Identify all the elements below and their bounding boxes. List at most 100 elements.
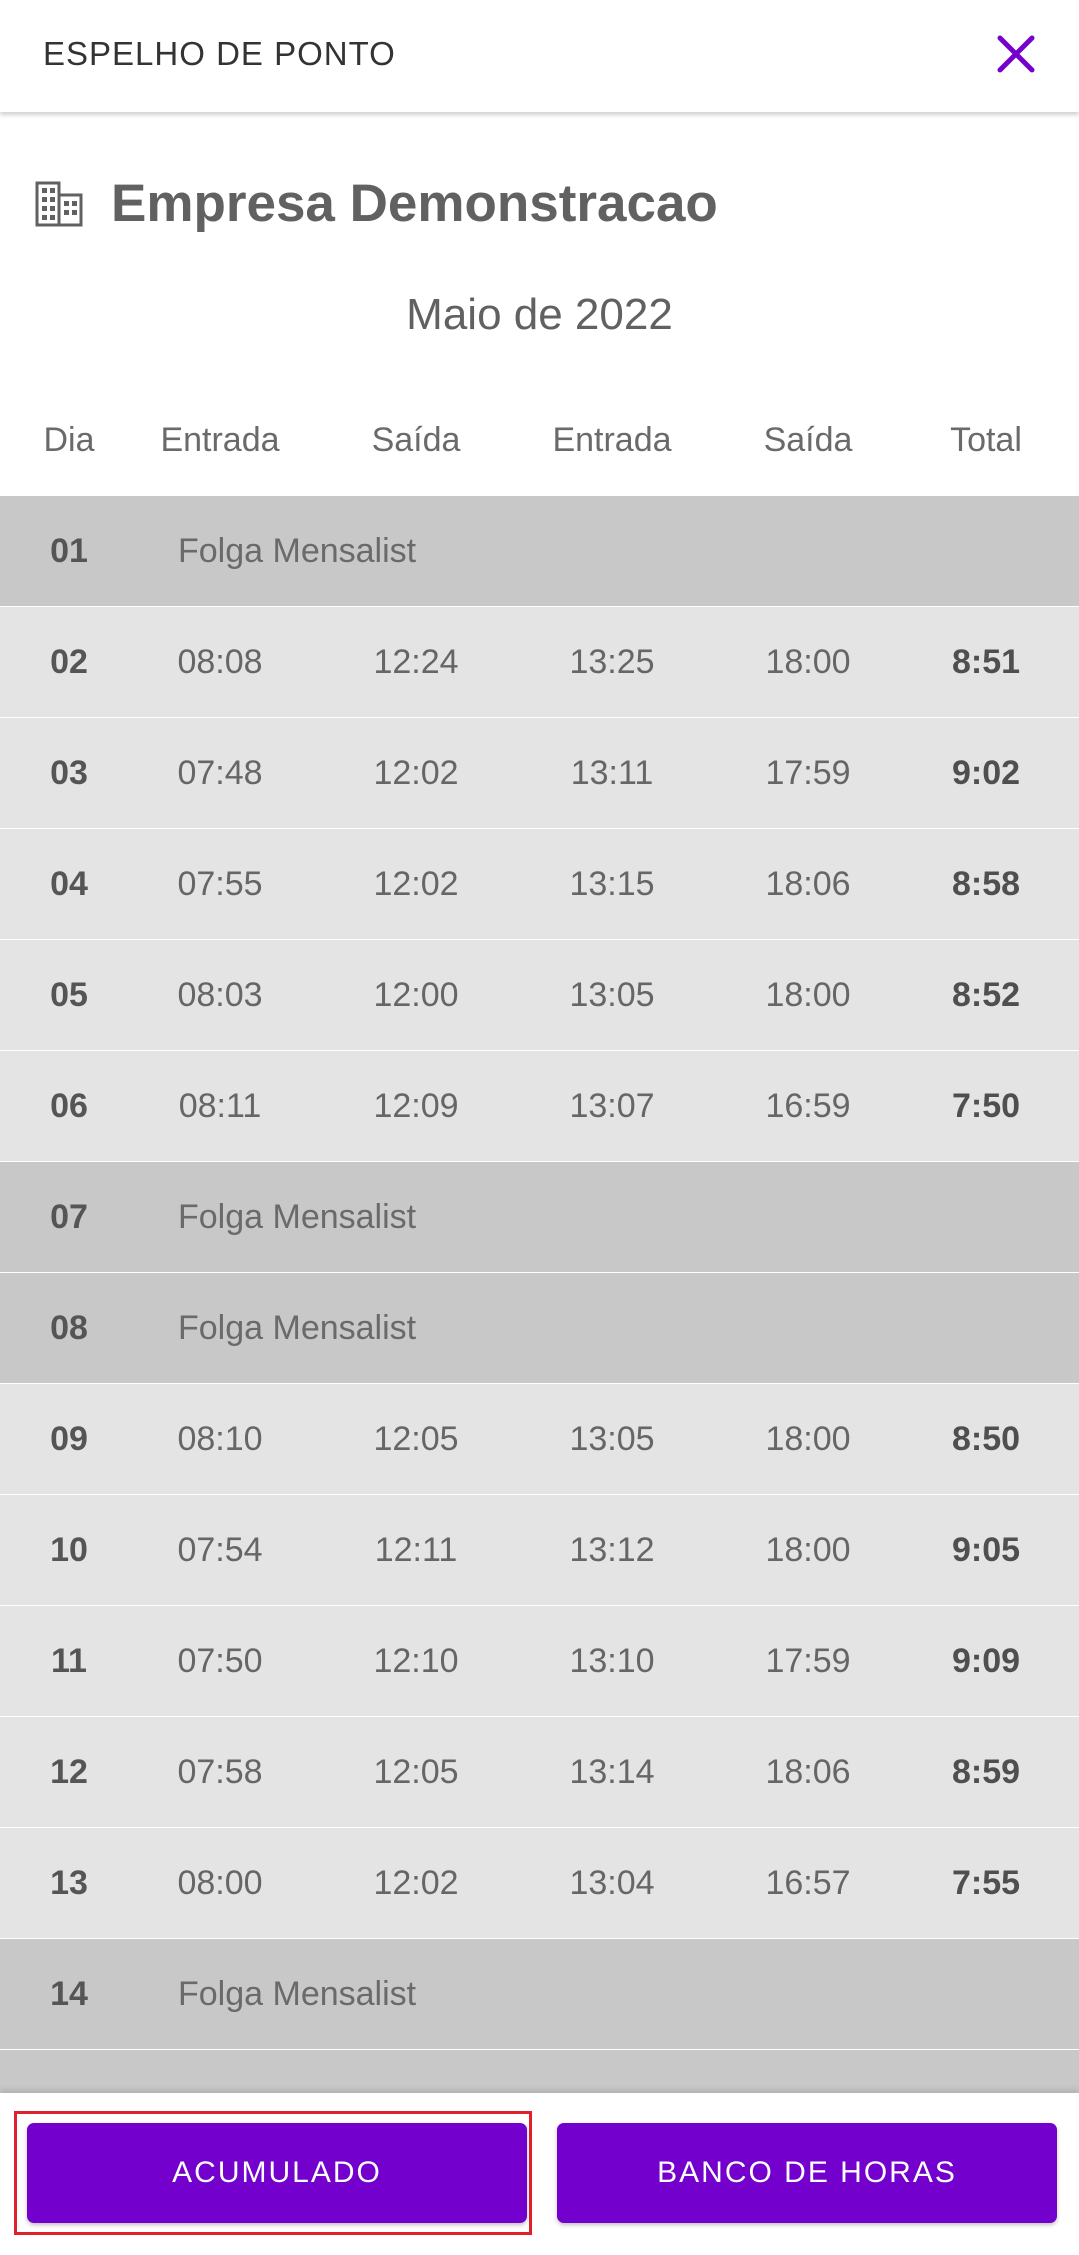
exit-1-cell: 12:00 <box>373 976 459 1014</box>
day-off-label: Folga Mensalist <box>178 1975 417 2013</box>
entry-2-cell: 13:14 <box>569 1753 655 1791</box>
table-row: 06 08:11 12:09 13:07 16:59 7:50 <box>0 1051 1079 1162</box>
exit-2-cell: 18:06 <box>765 865 851 903</box>
entry-2-cell: 13:11 <box>570 754 654 792</box>
exit-2-cell: 18:00 <box>765 976 851 1014</box>
entry-1-cell: 07:55 <box>177 865 263 903</box>
day-cell: 13 <box>50 1864 88 1902</box>
exit-2-cell: 18:00 <box>765 1531 851 1569</box>
timesheet-table: 01 Folga Mensalist 02 08:08 12:24 13:25 18:00 8… <box>0 496 1079 2161</box>
total-cell: 8:50 <box>951 1420 1021 1458</box>
day-cell: 09 <box>50 1420 88 1458</box>
day-cell: 11 <box>51 1642 87 1680</box>
entry-2-cell: 13:10 <box>569 1642 655 1680</box>
total-cell: 7:50 <box>951 1087 1021 1125</box>
building-icon <box>35 181 83 227</box>
exit-2-cell: 16:59 <box>765 1087 851 1125</box>
day-cell: 03 <box>50 754 88 792</box>
entry-2-cell: 13:04 <box>569 1864 655 1902</box>
table-row-day-off: 08 Folga Mensalist <box>0 1273 1079 1384</box>
entry-2-cell: 13:12 <box>569 1531 655 1569</box>
entry-1-cell: 08:08 <box>177 643 263 681</box>
column-header-day: Dia <box>43 421 95 459</box>
table-row: 13 08:00 12:02 13:04 16:57 7:55 <box>0 1828 1079 1939</box>
table-row: 09 08:10 12:05 13:05 18:00 8:50 <box>0 1384 1079 1495</box>
hour-bank-button[interactable]: BANCO DE HORAS <box>557 2123 1057 2223</box>
day-cell: 01 <box>50 532 88 570</box>
month-label: Maio de 2022 <box>406 290 673 339</box>
entry-2-cell: 13:15 <box>569 865 655 903</box>
column-header-entry-1: Entrada <box>160 421 280 459</box>
entry-2-cell: 13:05 <box>569 976 655 1014</box>
day-off-label: Folga Mensalist <box>178 532 417 570</box>
company-name: Empresa Demonstracao <box>111 173 718 233</box>
entry-1-cell: 07:50 <box>177 1642 263 1680</box>
page-title: ESPELHO DE PONTO <box>43 35 396 72</box>
day-off-label: Folga Mensalist <box>178 1309 417 1347</box>
exit-2-cell: 16:57 <box>765 1864 851 1902</box>
table-row: 11 07:50 12:10 13:10 17:59 9:09 <box>0 1606 1079 1717</box>
exit-1-cell: 12:02 <box>373 865 459 903</box>
exit-1-cell: 12:11 <box>374 1531 458 1569</box>
table-row: 02 08:08 12:24 13:25 18:00 8:51 <box>0 607 1079 718</box>
exit-2-cell: 17:59 <box>765 754 851 792</box>
total-cell: 7:55 <box>951 1864 1021 1902</box>
table-row: 12 07:58 12:05 13:14 18:06 8:59 <box>0 1717 1079 1828</box>
exit-2-cell: 18:00 <box>765 643 851 681</box>
close-icon[interactable] <box>990 28 1042 80</box>
day-cell: 08 <box>50 1309 88 1347</box>
exit-1-cell: 12:24 <box>373 643 459 681</box>
exit-2-cell: 18:06 <box>765 1753 851 1791</box>
table-row: 05 08:03 12:00 13:05 18:00 8:52 <box>0 940 1079 1051</box>
total-cell: 8:51 <box>951 643 1021 681</box>
exit-1-cell: 12:02 <box>373 754 459 792</box>
entry-2-cell: 13:05 <box>569 1420 655 1458</box>
column-header-total: Total <box>950 421 1022 459</box>
entry-1-cell: 08:10 <box>177 1420 263 1458</box>
day-cell: 04 <box>50 865 88 903</box>
entry-2-cell: 13:07 <box>569 1087 655 1125</box>
table-row: 03 07:48 12:02 13:11 17:59 9:02 <box>0 718 1079 829</box>
total-cell: 8:58 <box>951 865 1021 903</box>
table-header: Dia Entrada Saída Entrada Saída Total <box>0 405 1079 475</box>
day-cell: 02 <box>50 643 88 681</box>
day-cell: 07 <box>50 1198 88 1236</box>
day-cell: 05 <box>50 976 88 1014</box>
entry-1-cell: 08:11 <box>178 1087 262 1125</box>
column-header-exit-1: Saída <box>371 421 461 459</box>
total-cell: 8:59 <box>951 1753 1021 1791</box>
exit-1-cell: 12:02 <box>373 1864 459 1902</box>
table-row-day-off: 01 Folga Mensalist <box>0 496 1079 607</box>
entry-1-cell: 07:58 <box>177 1753 263 1791</box>
entry-1-cell: 07:48 <box>177 754 263 792</box>
column-header-entry-2: Entrada <box>552 421 672 459</box>
total-cell: 9:09 <box>951 1642 1021 1680</box>
company-heading: Empresa Demonstracao <box>33 168 718 238</box>
total-cell: 8:52 <box>951 976 1021 1014</box>
footer-bar: ACUMULADO BANCO DE HORAS <box>0 2093 1079 2255</box>
table-row-day-off: 07 Folga Mensalist <box>0 1162 1079 1273</box>
total-cell: 9:02 <box>951 754 1021 792</box>
table-row: 04 07:55 12:02 13:15 18:06 8:58 <box>0 829 1079 940</box>
exit-1-cell: 12:05 <box>373 1753 459 1791</box>
exit-1-cell: 12:05 <box>373 1420 459 1458</box>
entry-1-cell: 08:03 <box>177 976 263 1014</box>
day-cell: 12 <box>50 1753 88 1791</box>
app-header: ESPELHO DE PONTO <box>0 0 1079 112</box>
accumulated-button[interactable]: ACUMULADO <box>27 2123 527 2223</box>
total-cell: 9:05 <box>951 1531 1021 1569</box>
table-row-day-off: 14 Folga Mensalist <box>0 1939 1079 2050</box>
table-row: 10 07:54 12:11 13:12 18:00 9:05 <box>0 1495 1079 1606</box>
day-cell: 10 <box>50 1531 88 1569</box>
exit-1-cell: 12:10 <box>373 1642 459 1680</box>
day-off-label: Folga Mensalist <box>178 1198 417 1236</box>
exit-2-cell: 17:59 <box>765 1642 851 1680</box>
entry-2-cell: 13:25 <box>569 643 655 681</box>
exit-1-cell: 12:09 <box>373 1087 459 1125</box>
exit-2-cell: 18:00 <box>765 1420 851 1458</box>
day-cell: 06 <box>50 1087 88 1125</box>
entry-1-cell: 08:00 <box>177 1864 263 1902</box>
entry-1-cell: 07:54 <box>177 1531 263 1569</box>
day-cell: 14 <box>50 1975 88 2013</box>
column-header-exit-2: Saída <box>763 421 853 459</box>
